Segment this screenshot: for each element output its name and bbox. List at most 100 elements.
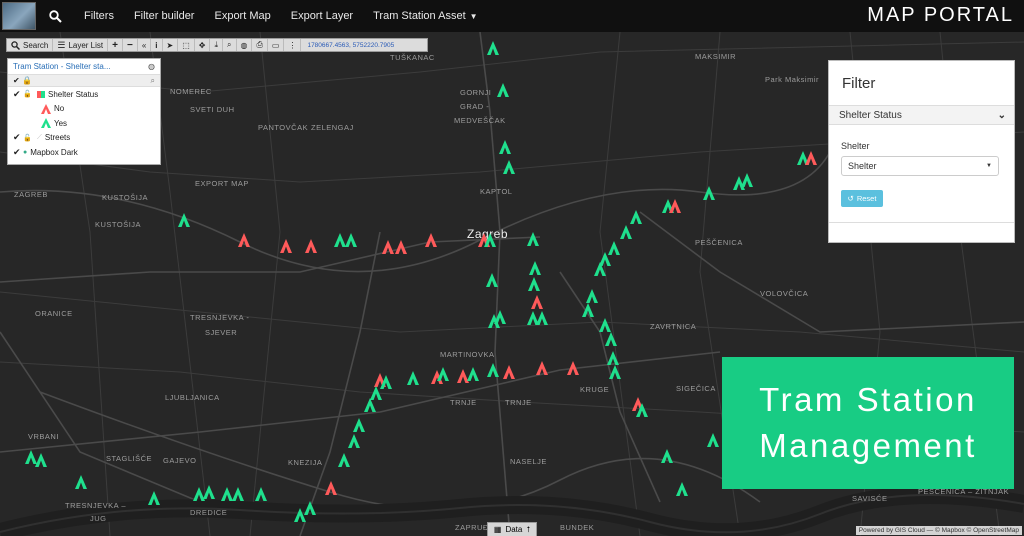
map-label: KUSTOŠIJA xyxy=(95,220,142,229)
layer-label: Streets xyxy=(44,133,71,143)
checkbox-checked-icon[interactable]: ✔ xyxy=(13,147,23,158)
toolbar-layer-list[interactable]: ☰ Layer List xyxy=(53,39,109,51)
basemap-icon: ● xyxy=(23,148,28,156)
layer-thumbnail-icon xyxy=(37,90,45,98)
map-label: MAKSIMIR xyxy=(695,52,737,61)
layer-label: Mapbox Dark xyxy=(30,147,78,157)
filter-panel: Filter Shelter Status ⌄ Shelter Shelter … xyxy=(828,60,1015,243)
print-tool[interactable]: ⎙ xyxy=(252,39,268,51)
nav-filters[interactable]: Filters xyxy=(74,10,124,22)
pan-tool[interactable]: ✥ xyxy=(195,39,211,51)
info-icon: i xyxy=(155,40,158,50)
legend-label: No xyxy=(54,104,65,114)
layer-panel-subheader: ✔ 🔒 ⌕ xyxy=(8,75,160,87)
toolbar-search[interactable]: Search xyxy=(7,39,54,51)
nav-tram-station-asset-label: Tram Station Asset xyxy=(373,10,466,22)
zoom-tool[interactable]: ⌕ xyxy=(223,39,237,51)
zoom-out-button[interactable]: − xyxy=(123,39,138,51)
shelter-field-label: Shelter xyxy=(841,141,870,151)
ruler-icon: ▭ xyxy=(271,40,280,50)
toolbar-search-label: Search xyxy=(23,40,49,50)
map-label: BUNDEK xyxy=(560,523,595,532)
map-label: MARTINOVKA xyxy=(440,350,495,359)
layer-mapbox-dark[interactable]: ✔ ● Mapbox Dark xyxy=(8,145,160,160)
map-label: NOMEREC xyxy=(170,87,212,96)
map-label: KNEZIJA xyxy=(288,458,323,467)
map-label: KRUGE xyxy=(580,385,610,394)
nav-export-layer[interactable]: Export Layer xyxy=(281,10,363,22)
map-label: TRNJE xyxy=(450,398,477,407)
map-label: STAGLIŠĆE xyxy=(106,454,153,463)
chevron-down-icon: ⌄ xyxy=(997,109,1006,121)
map-label: TRESNJEVKA - xyxy=(190,313,250,322)
map-label: GORNJI xyxy=(460,88,492,97)
select-tool[interactable]: ➤ xyxy=(163,39,179,51)
caret-down-icon: ▼ xyxy=(469,12,478,21)
banner-line-2: Management xyxy=(759,427,977,464)
nav-export-map[interactable]: Export Map xyxy=(204,10,280,22)
globe-tool[interactable]: ◍ xyxy=(237,39,253,51)
map-label: SIGEČICA xyxy=(676,384,716,393)
map-label: PEŠČENICA xyxy=(695,238,743,247)
nav-filter-builder[interactable]: Filter builder xyxy=(124,10,205,22)
data-tab[interactable]: ▦ Data ⭡ xyxy=(487,522,537,536)
print-icon: ⎙ xyxy=(256,40,263,49)
layer-streets[interactable]: ✔ 🔓 ⟋ Streets xyxy=(8,131,160,146)
app-thumbnail[interactable] xyxy=(2,2,36,30)
layer-panel-header: Tram Station - Shelter sta... ◍ xyxy=(8,59,160,75)
legend-yes: Yes xyxy=(8,116,160,131)
map-label: SVETI DUH xyxy=(190,105,235,114)
unlock-icon[interactable]: 🔓 xyxy=(23,90,33,98)
shelter-select[interactable]: Shelter ▼ xyxy=(841,156,999,176)
map-label: TRNJE xyxy=(505,398,532,407)
unlock-icon[interactable]: 🔓 xyxy=(23,134,33,142)
brand-title: MAP PORTAL xyxy=(867,4,1014,26)
map-label: GAJEVO xyxy=(163,456,197,465)
main-nav: Filters Filter builder Export Map Export… xyxy=(74,10,488,22)
zoom-in-button[interactable]: + xyxy=(108,39,123,51)
filter-section-header[interactable]: Shelter Status ⌄ xyxy=(829,105,1014,125)
layer-shelter-status[interactable]: ✔ 🔓 Shelter Status xyxy=(8,87,160,102)
checkbox-checked-icon[interactable]: ✔ xyxy=(13,132,23,143)
filter-divider xyxy=(829,222,1014,223)
toolbar-layer-list-label: Layer List xyxy=(68,40,104,50)
legend-label: Yes xyxy=(54,118,68,128)
map-label: ZELENGAJ xyxy=(311,123,354,132)
move-icon: ✥ xyxy=(198,40,206,50)
map-label: KAPTOL xyxy=(480,187,513,196)
reset-button[interactable]: ↺ Reset xyxy=(841,190,883,207)
map-label: ZAVRTNICA xyxy=(650,322,697,331)
map-label: ZAGREB xyxy=(14,190,48,199)
map-label: ORANICE xyxy=(35,309,73,318)
box-select-tool[interactable]: ⬚ xyxy=(178,39,195,51)
layer-panel-title[interactable]: Tram Station - Shelter sta... xyxy=(13,62,111,71)
search-icon xyxy=(48,9,62,23)
checkbox-checked-icon[interactable]: ✔ xyxy=(13,89,23,100)
download-tool[interactable]: ⤓ xyxy=(210,39,224,51)
measure-tool[interactable]: ▭ xyxy=(268,39,285,51)
check-all-icon[interactable]: ✔ xyxy=(13,76,20,85)
data-tab-label: Data xyxy=(505,525,523,534)
collapse-button[interactable]: « xyxy=(138,39,152,51)
streets-thumbnail-icon: ⟋ xyxy=(37,133,42,141)
shelter-select-value: Shelter xyxy=(848,161,877,171)
globe-icon: ◍ xyxy=(240,40,248,50)
globe-icon[interactable]: ◍ xyxy=(148,62,155,71)
map-attribution: Powered by GIS Cloud — © Mapbox © OpenSt… xyxy=(855,526,1022,535)
map-label: SAVISĆE xyxy=(852,494,888,503)
zoom-icon[interactable]: ⌕ xyxy=(151,76,155,86)
lock-icon[interactable]: 🔒 xyxy=(22,76,32,85)
double-chevron-left-icon: « xyxy=(141,40,147,50)
layer-list-panel: Tram Station - Shelter sta... ◍ ✔ 🔒 ⌕ ✔ … xyxy=(7,58,161,165)
minus-icon: − xyxy=(126,39,133,51)
map-label: NASELJE xyxy=(510,457,547,466)
top-bar: Filters Filter builder Export Map Export… xyxy=(0,0,1024,32)
download-icon: ⤓ xyxy=(214,40,219,49)
caret-down-icon: ▼ xyxy=(986,163,992,169)
info-tool[interactable]: i xyxy=(151,39,163,51)
more-tool[interactable]: ⋮ xyxy=(284,39,302,51)
layer-label: Shelter Status xyxy=(48,89,99,99)
search-button[interactable] xyxy=(40,0,70,32)
nav-tram-station-asset[interactable]: Tram Station Asset ▼ xyxy=(363,10,487,22)
map-label: Park Maksimir xyxy=(765,75,820,84)
